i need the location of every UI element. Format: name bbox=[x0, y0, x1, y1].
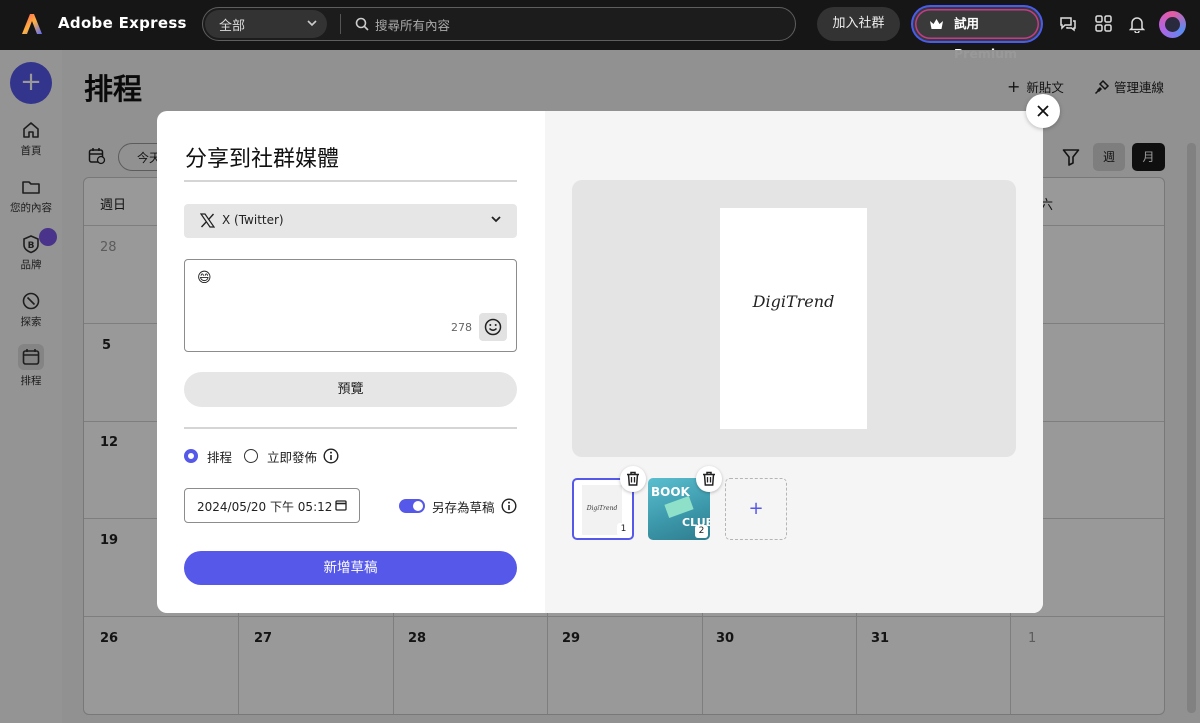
chevron-down-icon bbox=[491, 216, 501, 223]
search-category-label: 全部 bbox=[219, 19, 246, 34]
apps-grid-icon[interactable] bbox=[1095, 15, 1112, 32]
share-dialog: 分享到社群媒體 X (Twitter) 😄 278 預覽 排程 立即發佈 202… bbox=[157, 111, 1043, 613]
bell-icon[interactable] bbox=[1129, 15, 1145, 33]
search-input[interactable]: 搜尋所有內容 bbox=[375, 15, 450, 34]
thumbnail-index: 2 bbox=[695, 525, 708, 538]
x-twitter-icon bbox=[200, 213, 215, 228]
save-draft-label: 另存為草稿 bbox=[432, 500, 495, 515]
delete-media-button[interactable] bbox=[620, 466, 646, 492]
user-avatar[interactable] bbox=[1159, 11, 1186, 38]
search-bar[interactable]: 全部 搜尋所有內容 bbox=[202, 7, 796, 41]
app-name[interactable]: Adobe Express bbox=[58, 14, 187, 32]
thumbnail-index: 1 bbox=[617, 523, 630, 536]
adobe-express-logo-icon[interactable] bbox=[20, 12, 44, 36]
thumbnail-graphic bbox=[664, 495, 694, 519]
trash-icon bbox=[703, 471, 715, 486]
platform-select[interactable]: X (Twitter) bbox=[184, 204, 517, 238]
search-icon bbox=[355, 17, 369, 31]
platform-label: X (Twitter) bbox=[222, 213, 284, 227]
publish-now-label: 立即發佈 bbox=[267, 450, 318, 465]
preview-button[interactable]: 預覽 bbox=[184, 372, 517, 407]
preview-image: DigiTrend bbox=[720, 208, 867, 429]
emoji-picker-button[interactable] bbox=[479, 313, 507, 341]
smiley-icon bbox=[484, 318, 502, 336]
character-count: 278 bbox=[451, 321, 472, 334]
close-icon bbox=[1037, 105, 1049, 117]
try-premium-button[interactable]: 試用 Premium bbox=[913, 7, 1041, 61]
divider bbox=[184, 180, 517, 182]
info-icon[interactable] bbox=[323, 448, 339, 464]
schedule-datetime-input[interactable]: 2024/05/20 下午 05:12 bbox=[184, 488, 360, 523]
search-category-select[interactable]: 全部 bbox=[205, 10, 327, 38]
crown-icon bbox=[930, 19, 943, 29]
publish-now-radio[interactable] bbox=[244, 449, 258, 463]
schedule-radio-label: 排程 bbox=[207, 450, 233, 465]
chevron-down-icon bbox=[307, 20, 317, 27]
schedule-radio[interactable] bbox=[184, 449, 198, 463]
add-draft-button[interactable]: 新增草稿 bbox=[184, 551, 517, 585]
close-dialog-button[interactable] bbox=[1026, 94, 1060, 128]
post-preview-stage: DigiTrend bbox=[572, 180, 1016, 457]
trash-icon bbox=[627, 471, 639, 486]
info-icon[interactable] bbox=[501, 498, 517, 514]
divider bbox=[184, 427, 517, 429]
top-bar: Adobe Express 全部 搜尋所有內容 加入社群 試用 Premium bbox=[0, 0, 1200, 61]
save-draft-toggle[interactable] bbox=[399, 499, 425, 513]
calendar-icon[interactable] bbox=[335, 499, 347, 511]
post-text-input[interactable]: 😄 278 bbox=[184, 259, 517, 352]
preview-image-text: DigiTrend bbox=[752, 292, 835, 311]
datetime-value: 2024/05/20 下午 05:12 bbox=[197, 500, 333, 514]
delete-media-button[interactable] bbox=[696, 466, 722, 492]
post-emoji: 😄 bbox=[197, 270, 212, 286]
search-divider bbox=[340, 14, 341, 34]
add-media-button[interactable]: + bbox=[725, 478, 787, 540]
chat-icon[interactable] bbox=[1059, 15, 1077, 33]
join-community-button[interactable]: 加入社群 bbox=[817, 7, 900, 41]
dialog-title: 分享到社群媒體 bbox=[185, 147, 340, 172]
thumbnail-image: DigiTrend bbox=[582, 485, 622, 535]
